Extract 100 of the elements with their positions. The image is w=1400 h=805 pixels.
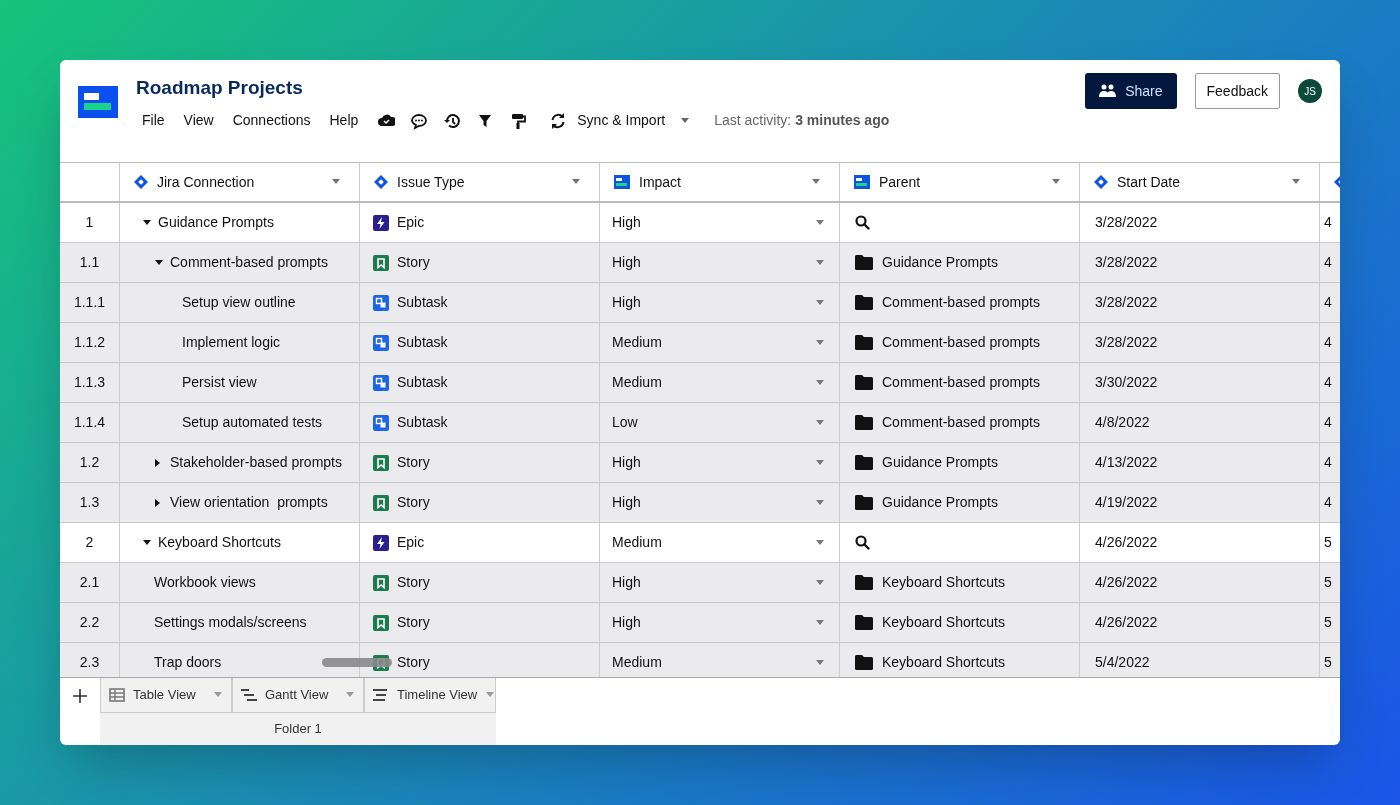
dropdown-caret-icon bbox=[815, 578, 825, 587]
sort-caret-icon bbox=[811, 178, 821, 186]
issue-type-text: Epic bbox=[397, 533, 425, 552]
item-title[interactable]: Persist view bbox=[182, 372, 257, 393]
view-tab[interactable]: Gantt View bbox=[232, 678, 364, 714]
document-title: Roadmap Projects bbox=[136, 76, 304, 100]
issue-type-text: Subtask bbox=[397, 373, 448, 392]
column-label: Start Date bbox=[1117, 172, 1182, 192]
menu-item[interactable]: File bbox=[142, 110, 165, 131]
item-title[interactable]: View orientation prompts bbox=[170, 492, 328, 513]
date-text: 5 bbox=[1324, 573, 1332, 592]
item-title[interactable]: Stakeholder-based prompts bbox=[170, 452, 342, 473]
menu-item[interactable]: Connections bbox=[232, 110, 311, 131]
issue-type-text: Epic bbox=[397, 213, 425, 232]
column-header[interactable]: Impact bbox=[600, 163, 840, 201]
expanded-caret-icon[interactable] bbox=[154, 258, 164, 267]
expanded-caret-icon[interactable] bbox=[142, 218, 152, 227]
impact-value[interactable]: Medium bbox=[612, 372, 815, 393]
date-text: 4/26/2022 bbox=[1095, 573, 1158, 592]
column-header[interactable]: Start Date bbox=[1080, 163, 1320, 201]
menu-item[interactable]: View bbox=[183, 110, 214, 131]
bookmark-icon bbox=[373, 574, 389, 591]
parent-name: Comment-based prompts bbox=[882, 373, 1040, 392]
diamond-icon bbox=[133, 174, 149, 190]
impact-value[interactable]: Medium bbox=[612, 532, 815, 553]
row-number: 2 bbox=[60, 523, 120, 562]
item-title[interactable]: Trap doors bbox=[154, 652, 222, 673]
date-text: 4/8/2022 bbox=[1095, 413, 1150, 432]
item-title[interactable]: Setup view outline bbox=[182, 292, 296, 313]
dropdown-caret-icon bbox=[815, 658, 825, 667]
item-title[interactable]: Guidance Prompts bbox=[158, 212, 274, 233]
impact-value[interactable]: High bbox=[612, 212, 815, 233]
impact-value[interactable]: High bbox=[612, 492, 815, 513]
impact-value[interactable]: High bbox=[612, 252, 815, 273]
paint-roller-icon[interactable] bbox=[509, 111, 528, 130]
impact-value[interactable]: High bbox=[612, 612, 815, 633]
dropdown-caret-icon bbox=[815, 298, 825, 307]
issue-type-text: Story bbox=[397, 613, 430, 632]
folder-icon bbox=[855, 615, 873, 630]
bookmark-icon bbox=[373, 614, 389, 631]
impact-value[interactable]: Medium bbox=[612, 332, 815, 353]
impact-value[interactable]: High bbox=[612, 452, 815, 473]
date-text: 4 bbox=[1324, 213, 1332, 232]
collapsed-caret-icon[interactable] bbox=[154, 497, 162, 508]
gantt-icon bbox=[241, 688, 257, 703]
impact-value[interactable]: Low bbox=[612, 412, 815, 433]
sort-caret-icon bbox=[1051, 178, 1061, 186]
folder-icon bbox=[855, 295, 873, 310]
dropdown-caret-icon bbox=[815, 538, 825, 547]
item-title[interactable]: Settings modals/screens bbox=[154, 612, 307, 633]
sync-import-button[interactable]: Sync & Import bbox=[549, 110, 666, 131]
field-icon bbox=[853, 173, 871, 191]
feedback-button[interactable]: Feedback bbox=[1194, 73, 1280, 109]
dropdown-caret-icon[interactable] bbox=[680, 116, 691, 125]
history-icon[interactable] bbox=[443, 111, 462, 130]
issue-type-text: Story bbox=[397, 493, 430, 512]
parent-name: Guidance Prompts bbox=[882, 253, 998, 272]
expanded-caret-icon[interactable] bbox=[142, 538, 152, 547]
scrollbar-thumb[interactable] bbox=[322, 658, 392, 667]
view-tab[interactable]: Timeline View bbox=[364, 678, 496, 714]
lightning-icon bbox=[373, 534, 389, 551]
date-text: 4/19/2022 bbox=[1095, 493, 1158, 512]
column-header[interactable]: Jira Connection bbox=[120, 163, 360, 201]
subtask-icon bbox=[373, 294, 389, 311]
item-title[interactable]: Keyboard Shortcuts bbox=[158, 532, 281, 553]
impact-value[interactable]: Medium bbox=[612, 652, 815, 673]
dropdown-caret-icon bbox=[815, 218, 825, 227]
impact-value[interactable]: High bbox=[612, 572, 815, 593]
item-title[interactable]: Workbook views bbox=[154, 572, 256, 593]
bookmark-icon bbox=[373, 494, 389, 511]
item-title[interactable]: Implement logic bbox=[182, 332, 281, 353]
search-icon bbox=[855, 215, 870, 230]
impact-value[interactable]: High bbox=[612, 292, 815, 313]
add-icon[interactable] bbox=[73, 689, 87, 703]
item-title[interactable]: Setup automated tests bbox=[182, 412, 323, 433]
column-header[interactable]: Issue Type bbox=[360, 163, 600, 201]
folder-icon bbox=[855, 335, 873, 350]
date-text: 4 bbox=[1324, 493, 1332, 512]
collapsed-caret-icon[interactable] bbox=[154, 457, 162, 468]
user-avatar[interactable]: JS bbox=[1298, 79, 1322, 103]
share-button[interactable]: Share bbox=[1085, 73, 1177, 109]
row-number: 1.2 bbox=[60, 443, 120, 482]
dropdown-caret-icon bbox=[815, 418, 825, 427]
date-text: 5 bbox=[1324, 533, 1332, 552]
field-icon bbox=[613, 173, 631, 191]
parent-name: Keyboard Shortcuts bbox=[882, 653, 1005, 672]
issue-type-text: Story bbox=[397, 253, 430, 272]
timeline-icon bbox=[373, 688, 389, 703]
dropdown-caret-icon bbox=[815, 458, 825, 467]
app-logo-icon bbox=[78, 86, 118, 118]
folder-label[interactable]: Folder 1 bbox=[100, 713, 496, 745]
view-tab[interactable]: Table View bbox=[100, 678, 232, 714]
issue-type-text: Subtask bbox=[397, 333, 448, 352]
comment-icon[interactable] bbox=[410, 111, 429, 130]
parent-name: Guidance Prompts bbox=[882, 493, 998, 512]
item-title[interactable]: Comment-based prompts bbox=[170, 252, 328, 273]
menu-item[interactable]: Help bbox=[329, 110, 359, 131]
date-text: 3/28/2022 bbox=[1095, 213, 1158, 232]
parent-name: Comment-based prompts bbox=[882, 293, 1040, 312]
column-header[interactable]: Parent bbox=[840, 163, 1080, 201]
